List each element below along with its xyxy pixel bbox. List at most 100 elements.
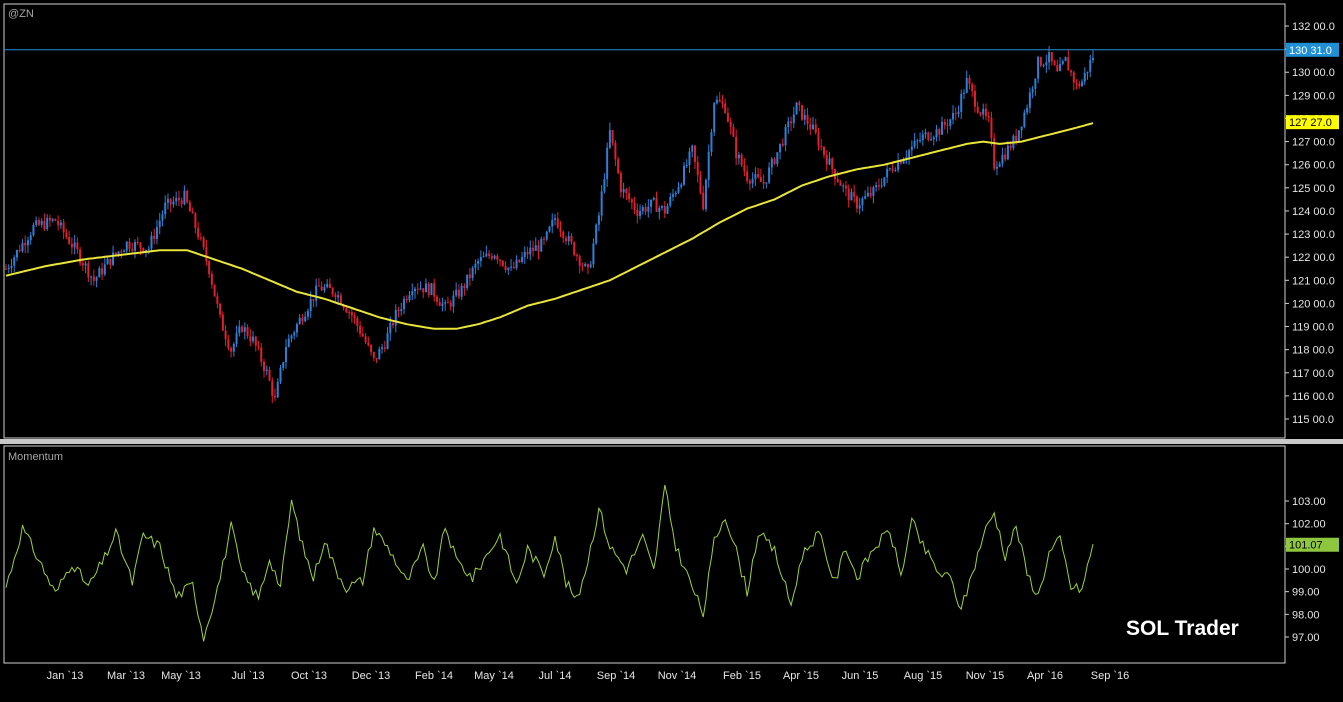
candle-body bbox=[672, 194, 675, 197]
candle-body bbox=[40, 221, 43, 225]
candle-body bbox=[1039, 57, 1042, 66]
last-price-label: 130 31.0 bbox=[1289, 45, 1332, 57]
candle-body bbox=[62, 222, 65, 233]
candle-body bbox=[666, 205, 669, 214]
candle-body bbox=[188, 202, 191, 212]
candle-body bbox=[781, 143, 784, 146]
candle-body bbox=[713, 103, 716, 133]
candle-body bbox=[468, 274, 471, 279]
candle-body bbox=[1009, 145, 1012, 149]
candle-body bbox=[282, 362, 285, 368]
candle-body bbox=[644, 207, 647, 212]
candle-body bbox=[372, 351, 375, 358]
candle-body bbox=[809, 124, 812, 130]
candle-body bbox=[1001, 154, 1004, 164]
candle-body bbox=[317, 285, 320, 287]
candle-body bbox=[334, 294, 337, 298]
candle-body bbox=[910, 146, 913, 151]
candle-body bbox=[784, 127, 787, 146]
candle-body bbox=[158, 220, 161, 228]
candle-body bbox=[754, 174, 757, 179]
candle-body bbox=[205, 247, 208, 262]
candle-body bbox=[482, 256, 485, 258]
momentum-tick-label: 102.00 bbox=[1292, 519, 1326, 531]
candle-body bbox=[938, 129, 941, 135]
price-tick-label: 118 00.0 bbox=[1292, 345, 1334, 357]
candle-body bbox=[663, 205, 666, 214]
candle-body bbox=[219, 303, 222, 315]
candle-body bbox=[315, 285, 318, 301]
candle-body bbox=[619, 173, 622, 193]
candle-body bbox=[268, 369, 271, 381]
candle-body bbox=[776, 152, 779, 164]
candle-body bbox=[65, 232, 68, 237]
candle-body bbox=[35, 220, 38, 225]
candle-body bbox=[759, 176, 762, 182]
candle-body bbox=[312, 298, 315, 301]
candle-body bbox=[438, 301, 441, 306]
candle-body bbox=[551, 219, 554, 227]
candle-body bbox=[1056, 65, 1059, 72]
symbol-label: @ZN bbox=[8, 8, 34, 20]
x-tick-label: May `14 bbox=[474, 670, 514, 682]
candle-body bbox=[715, 99, 718, 104]
candle-body bbox=[702, 192, 705, 210]
candle-body bbox=[403, 298, 406, 310]
candle-body bbox=[770, 158, 773, 168]
candle-body bbox=[886, 169, 889, 178]
candle-body bbox=[875, 185, 878, 188]
candle-body bbox=[295, 324, 298, 333]
candle-body bbox=[271, 380, 274, 396]
candle-body bbox=[230, 348, 233, 352]
candle-body bbox=[589, 264, 592, 268]
candle-body bbox=[416, 288, 419, 290]
candle-body bbox=[987, 115, 990, 118]
candle-body bbox=[112, 252, 115, 265]
candle-body bbox=[877, 185, 880, 187]
candle-body bbox=[718, 99, 721, 102]
candle-body bbox=[1031, 88, 1034, 93]
candle-body bbox=[134, 242, 137, 251]
candle-body bbox=[276, 382, 279, 398]
candle-body bbox=[433, 283, 436, 297]
candle-body bbox=[381, 347, 384, 350]
candle-body bbox=[98, 268, 101, 278]
candle-body bbox=[392, 322, 395, 326]
candle-body bbox=[655, 197, 658, 212]
candle-body bbox=[677, 187, 680, 193]
candle-body bbox=[5, 268, 7, 270]
candle-body bbox=[1050, 52, 1053, 62]
candle-body bbox=[825, 154, 828, 165]
candle-body bbox=[751, 178, 754, 184]
candle-body bbox=[683, 165, 686, 185]
candle-body bbox=[493, 255, 496, 259]
candle-body bbox=[1070, 70, 1073, 73]
candle-body bbox=[564, 238, 567, 242]
candle-body bbox=[383, 347, 386, 349]
candle-body bbox=[611, 130, 614, 143]
candle-body bbox=[290, 335, 293, 339]
candle-body bbox=[578, 256, 581, 266]
candle-body bbox=[669, 196, 672, 206]
x-tick-label: Dec `13 bbox=[352, 670, 391, 682]
candle-body bbox=[246, 327, 249, 337]
candle-body bbox=[532, 247, 535, 251]
price-tick-label: 126 00.0 bbox=[1292, 160, 1335, 172]
candle-body bbox=[386, 333, 389, 349]
candle-body bbox=[704, 179, 707, 210]
candle-body bbox=[257, 345, 260, 348]
candle-body bbox=[762, 181, 765, 184]
candle-body bbox=[982, 108, 985, 115]
candle-body bbox=[479, 257, 482, 262]
candle-body bbox=[254, 336, 257, 346]
candle-body bbox=[1092, 57, 1094, 61]
candle-body bbox=[836, 178, 839, 182]
candle-body bbox=[232, 343, 235, 352]
candle-body bbox=[971, 83, 974, 92]
candle-body bbox=[413, 288, 416, 292]
candle-body bbox=[400, 309, 403, 312]
candle-body bbox=[743, 165, 746, 172]
candle-body bbox=[109, 258, 112, 265]
candle-body bbox=[919, 140, 922, 142]
candle-body bbox=[422, 288, 425, 293]
